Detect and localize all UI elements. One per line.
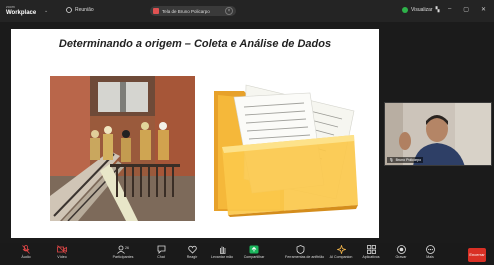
shield-icon bbox=[402, 7, 408, 13]
record-button[interactable]: Gravar bbox=[386, 245, 416, 259]
documents-folder-image bbox=[204, 81, 369, 219]
raise-hand-button[interactable]: Levantar mão bbox=[207, 245, 237, 259]
zoom-logo: zoom Workplace bbox=[6, 5, 37, 16]
participant-name-tag: 🎙 Bruno Policarpo bbox=[387, 157, 424, 163]
shared-screen: Determinando a origem – Coleta e Análise… bbox=[11, 29, 379, 238]
audio-button[interactable]: Áudio bbox=[11, 245, 41, 259]
ai-companion-button[interactable]: AI Companion bbox=[326, 245, 356, 259]
view-menu[interactable]: Visualizar ▚ bbox=[402, 7, 439, 13]
close-window-icon[interactable]: ✕ bbox=[481, 6, 486, 13]
record-icon bbox=[396, 245, 406, 254]
maximize-icon[interactable]: ▢ bbox=[463, 6, 469, 13]
title-bar: zoom Workplace ⌄ Reunião Tela de Bruno P… bbox=[0, 0, 494, 22]
meeting-toolbar: Áudio Vídeo 26 Participantes Chat Reagir… bbox=[0, 243, 494, 265]
view-grid-icon: ▚ bbox=[435, 7, 440, 13]
firefighters-photo bbox=[50, 76, 195, 221]
minimize-icon[interactable]: – bbox=[448, 6, 451, 13]
participants-button[interactable]: 26 Participantes bbox=[108, 245, 138, 259]
leave-button[interactable]: Encerrar bbox=[468, 248, 486, 262]
share-screen-button[interactable]: Compartilhar bbox=[239, 245, 269, 259]
chat-icon bbox=[157, 245, 165, 254]
more-button[interactable]: Mais bbox=[415, 245, 445, 259]
meeting-menu[interactable]: Reunião bbox=[66, 7, 94, 13]
share-tab[interactable]: Tela de Bruno Policarpo × bbox=[150, 6, 236, 16]
chat-button[interactable]: Chat bbox=[146, 245, 176, 259]
slide-title: Determinando a origem – Coleta e Análise… bbox=[58, 38, 332, 50]
close-icon[interactable]: × bbox=[225, 7, 233, 15]
participants-icon: 26 bbox=[117, 245, 129, 254]
participant-video[interactable]: 🎙 Bruno Policarpo bbox=[384, 102, 492, 166]
more-icon bbox=[425, 245, 435, 254]
host-tools-icon bbox=[296, 245, 304, 254]
apps-icon bbox=[366, 245, 376, 254]
ai-companion-icon bbox=[336, 245, 346, 254]
mic-muted-icon: 🎙 bbox=[389, 158, 394, 162]
react-icon bbox=[187, 245, 197, 254]
share-icon bbox=[249, 245, 259, 254]
raise-hand-icon bbox=[219, 246, 225, 254]
host-tools-button[interactable]: Ferramentas de anfitrião bbox=[285, 245, 324, 259]
video-button[interactable]: Vídeo bbox=[47, 245, 77, 259]
meeting-icon bbox=[66, 7, 72, 13]
window-controls: – ▢ ✕ bbox=[448, 6, 486, 13]
svg-text:26: 26 bbox=[125, 246, 129, 250]
chevron-down-icon[interactable]: ⌄ bbox=[44, 8, 48, 14]
mic-muted-icon bbox=[22, 245, 30, 254]
video-muted-icon bbox=[57, 245, 67, 254]
react-button[interactable]: Reagir bbox=[177, 245, 207, 259]
apps-button[interactable]: Aplicativos bbox=[356, 245, 386, 259]
screen-share-icon bbox=[153, 8, 159, 14]
zoom-window: zoom Workplace ⌄ Reunião Tela de Bruno P… bbox=[0, 0, 494, 265]
